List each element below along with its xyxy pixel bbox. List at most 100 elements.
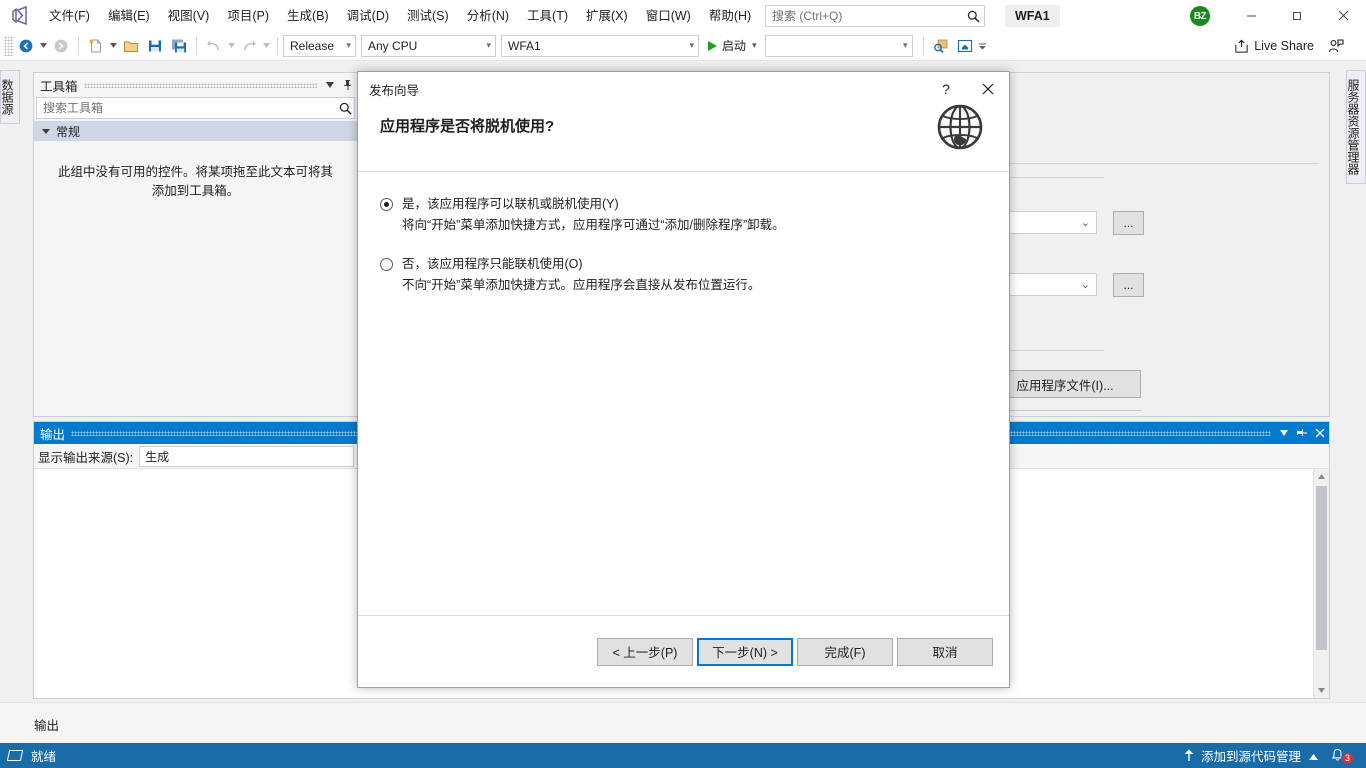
dock-tab-data-sources[interactable]: 数据源 <box>0 70 20 124</box>
radio-label-yes: 是，该应用程序可以联机或脱机使用(Y) <box>402 197 619 211</box>
close-icon[interactable] <box>1311 423 1329 443</box>
undo-icon[interactable] <box>203 35 225 57</box>
menu-item-extensions[interactable]: 扩展(X) <box>577 3 637 29</box>
dialog-header: 应用程序是否将脱机使用? <box>358 104 1009 172</box>
chevron-down-icon[interactable] <box>321 75 339 95</box>
avatar[interactable]: BZ <box>1190 6 1210 26</box>
open-file-icon[interactable] <box>120 35 142 57</box>
maximize-button[interactable] <box>1274 0 1320 31</box>
status-ready-label: 就绪 <box>31 750 57 764</box>
toolbar-overflow-icon[interactable] <box>977 35 988 57</box>
debug-target-combo[interactable]: ▾ <box>764 34 913 57</box>
global-search[interactable] <box>765 5 985 27</box>
chevron-down-icon: ▾ <box>689 40 694 50</box>
close-button[interactable] <box>1320 0 1366 31</box>
source-control-label: 添加到源代码管理 <box>1200 750 1301 764</box>
redo-dropdown-icon[interactable] <box>261 35 272 57</box>
chevron-up-icon[interactable] <box>1309 749 1318 763</box>
toolbox-header: 工具箱 <box>34 73 357 97</box>
search-input[interactable] <box>766 9 962 23</box>
title-bar: 文件(F) 编辑(E) 视图(V) 项目(P) 生成(B) 调试(D) 测试(S… <box>0 0 1366 31</box>
menu-item-build[interactable]: 生成(B) <box>278 3 338 29</box>
startup-project-combo[interactable]: WFA1 ▾ <box>501 34 699 57</box>
new-project-icon[interactable] <box>85 35 107 57</box>
save-icon[interactable] <box>144 35 166 57</box>
startup-project-value: WFA1 <box>508 38 541 53</box>
visual-studio-window: 文件(F) 编辑(E) 视图(V) 项目(P) 生成(B) 调试(D) 测试(S… <box>0 0 1366 768</box>
expander-icon <box>42 128 50 134</box>
menu-item-help[interactable]: 帮助(H) <box>700 3 760 29</box>
dialog-body: 是，该应用程序可以联机或脱机使用(Y) 将向“开始”菜单添加快捷方式，应用程序可… <box>358 172 1009 615</box>
scrollbar-thumb[interactable] <box>1316 486 1327 650</box>
chevron-down-icon: ▾ <box>346 40 351 50</box>
toolbox-search[interactable] <box>36 97 355 119</box>
radio-button-yes[interactable] <box>380 198 393 211</box>
next-button[interactable]: 下一步(N) > <box>697 637 793 666</box>
undo-dropdown-icon[interactable] <box>226 35 237 57</box>
menu-item-analyze[interactable]: 分析(N) <box>458 3 518 29</box>
platform-combo[interactable]: Any CPU ▾ <box>361 34 496 57</box>
toolbox-body: 此组中没有可用的控件。将某项拖至此文本可将其添加到工具箱。 <box>34 141 357 416</box>
toolbox-search-input[interactable] <box>37 101 336 115</box>
pin-icon[interactable] <box>339 75 357 95</box>
status-right: 添加到源代码管理 3 <box>1173 746 1366 766</box>
live-share-button[interactable]: Live Share <box>1234 36 1314 56</box>
menu-item-project[interactable]: 项目(P) <box>218 3 278 29</box>
live-preview-icon[interactable] <box>954 35 976 57</box>
navigate-back-icon[interactable] <box>15 35 37 57</box>
save-all-icon[interactable] <box>168 35 190 57</box>
output-vertical-scrollbar[interactable] <box>1313 469 1329 698</box>
toolbox-group-general[interactable]: 常规 <box>34 121 357 141</box>
publish-browse-button-1[interactable]: ... <box>1113 211 1144 235</box>
minimize-button[interactable] <box>1228 0 1274 31</box>
publish-browse-button-2[interactable]: ... <box>1113 273 1144 297</box>
section-divider-4 <box>989 410 1141 411</box>
toolbar-separator-3 <box>277 36 278 55</box>
radio-description-yes: 将向“开始”菜单添加快捷方式，应用程序可通过“添加/删除程序”卸载。 <box>402 218 785 232</box>
previous-button[interactable]: < 上一步(P) <box>597 637 693 666</box>
help-button[interactable]: ? <box>925 72 967 106</box>
bottom-tab-output[interactable]: 输出 <box>24 713 69 736</box>
scroll-down-arrow-icon[interactable] <box>1314 683 1329 698</box>
toolbar-grip[interactable] <box>4 35 14 56</box>
search-file-icon[interactable] <box>930 35 952 57</box>
application-files-button[interactable]: 应用程序文件(I)... <box>989 370 1141 398</box>
notifications-button[interactable]: 3 <box>1328 746 1358 766</box>
send-feedback-icon[interactable] <box>1325 35 1347 57</box>
dock-tab-server-explorer[interactable]: 服务器资源管理器 <box>1346 70 1366 184</box>
dialog-close-button[interactable] <box>967 72 1009 106</box>
cancel-button[interactable]: 取消 <box>897 637 993 666</box>
chevron-down-icon[interactable] <box>1275 423 1293 443</box>
menu-item-test[interactable]: 测试(S) <box>398 3 458 29</box>
menu-item-view[interactable]: 视图(V) <box>159 3 219 29</box>
main-menu: 文件(F) 编辑(E) 视图(V) 项目(P) 生成(B) 调试(D) 测试(S… <box>40 0 760 31</box>
menu-item-file[interactable]: 文件(F) <box>40 3 99 29</box>
menu-item-edit[interactable]: 编辑(E) <box>99 3 159 29</box>
globe-icon <box>935 102 985 155</box>
chevron-down-icon: ⌄ <box>1080 217 1090 229</box>
toolbar-separator <box>78 36 79 55</box>
output-source-combo[interactable]: 生成 <box>139 445 355 467</box>
navigate-back-dropdown-icon[interactable] <box>38 35 49 57</box>
toolbox-drag-handle[interactable] <box>83 82 317 88</box>
menu-item-debug[interactable]: 调试(D) <box>338 3 398 29</box>
add-to-source-control-button[interactable]: 添加到源代码管理 <box>1183 746 1318 765</box>
radio-description-no: 不向“开始”菜单添加快捷方式。应用程序会直接从发布位置运行。 <box>402 278 761 292</box>
radio-option-online-or-offline[interactable]: 是，该应用程序可以联机或脱机使用(Y) <box>380 196 987 213</box>
radio-option-online-only[interactable]: 否，该应用程序只能联机使用(O) <box>380 256 987 273</box>
radio-button-no[interactable] <box>380 258 393 271</box>
redo-icon[interactable] <box>238 35 260 57</box>
visual-studio-logo-icon <box>0 0 40 31</box>
start-dropdown-icon[interactable]: ▾ <box>746 40 757 51</box>
navigate-forward-icon[interactable] <box>50 35 72 57</box>
menu-item-tools[interactable]: 工具(T) <box>518 3 577 29</box>
menu-item-window[interactable]: 窗口(W) <box>637 3 700 29</box>
scroll-up-arrow-icon[interactable] <box>1314 469 1329 484</box>
finish-button[interactable]: 完成(F) <box>797 637 893 666</box>
start-debug-button[interactable]: 启动 ▾ <box>704 35 761 57</box>
chevron-down-icon: ▾ <box>486 40 491 50</box>
start-label: 启动 <box>722 39 747 53</box>
pin-icon[interactable] <box>1293 423 1311 443</box>
configuration-combo[interactable]: Release ▾ <box>283 34 356 57</box>
new-project-dropdown-icon[interactable] <box>108 35 119 57</box>
